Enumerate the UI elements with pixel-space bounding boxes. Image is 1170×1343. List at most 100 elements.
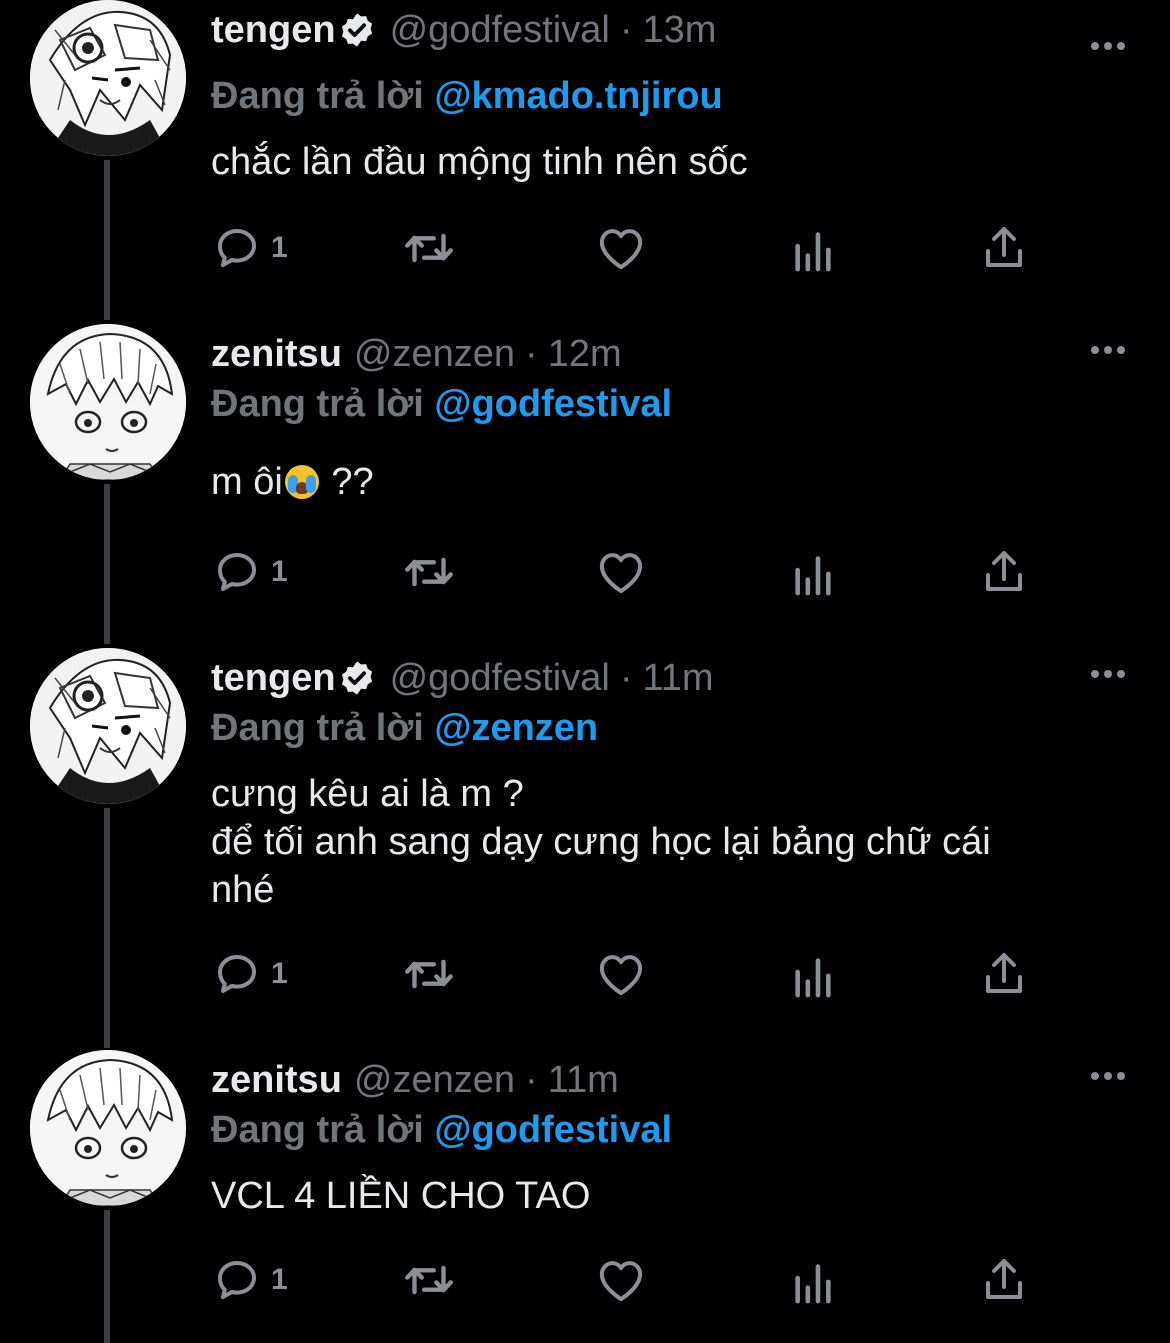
tweet[interactable]: tengen @godfestival · 13m Đang trả lời @… bbox=[0, 0, 1170, 320]
zenitsu-avatar-image bbox=[30, 324, 186, 480]
replying-to-label: Đang trả lời bbox=[211, 383, 424, 425]
reply-count: 1 bbox=[271, 555, 288, 588]
tengen-avatar-image bbox=[30, 0, 186, 156]
comment-bubble-icon bbox=[218, 955, 256, 993]
user-handle[interactable]: @godfestival bbox=[390, 4, 610, 56]
display-name[interactable]: zenitsu bbox=[211, 328, 342, 380]
tweet-text-line: VCL 4 LIỀN CHO TAO bbox=[211, 1175, 591, 1217]
tweet-text-line: nhé bbox=[211, 869, 275, 911]
heart-icon bbox=[599, 1261, 643, 1302]
analytics-button[interactable] bbox=[790, 542, 836, 602]
verified-badge-icon bbox=[338, 659, 376, 697]
share-button[interactable] bbox=[980, 542, 1028, 602]
tweet-text: m ôi ?? bbox=[211, 458, 1141, 506]
tweet[interactable]: zenitsu @zenzen · 11m Đang trả lời @godf… bbox=[0, 1050, 1170, 1343]
timestamp[interactable]: 11m bbox=[548, 1054, 619, 1106]
timestamp[interactable]: 13m bbox=[642, 4, 716, 56]
retweet-button[interactable] bbox=[400, 1250, 458, 1310]
heart-icon bbox=[599, 955, 643, 996]
tweet[interactable]: zenitsu @zenzen · 12m Đang trả lời @godf… bbox=[0, 324, 1170, 644]
share-icon bbox=[986, 227, 1022, 267]
tweet-actions: 1 bbox=[0, 1250, 1170, 1310]
mention-link[interactable]: @zenzen bbox=[434, 707, 598, 749]
share-button[interactable] bbox=[980, 1250, 1028, 1310]
display-name[interactable]: tengen bbox=[211, 4, 336, 56]
tweet-actions: 1 bbox=[0, 218, 1170, 278]
reply-button[interactable]: 1 bbox=[213, 542, 288, 602]
retweet-icon bbox=[405, 959, 453, 989]
separator-dot: · bbox=[619, 657, 633, 699]
analytics-icon bbox=[795, 556, 831, 596]
tengen-avatar-image bbox=[30, 648, 186, 804]
tweet-header: tengen @godfestival · 13m bbox=[211, 4, 716, 56]
avatar[interactable] bbox=[30, 0, 186, 156]
share-icon bbox=[986, 953, 1022, 993]
tweet-actions: 1 bbox=[0, 944, 1170, 1004]
like-button[interactable] bbox=[594, 944, 648, 1004]
tweet-text: VCL 4 LIỀN CHO TAO bbox=[211, 1172, 1141, 1220]
more-icon[interactable] bbox=[1084, 1052, 1132, 1100]
reply-button[interactable]: 1 bbox=[213, 1250, 288, 1310]
user-handle[interactable]: @godfestival bbox=[390, 652, 610, 704]
like-button[interactable] bbox=[594, 218, 648, 278]
reply-count: 1 bbox=[271, 231, 288, 264]
share-button[interactable] bbox=[980, 218, 1028, 278]
timestamp[interactable]: 11m bbox=[642, 652, 713, 704]
separator-dot: · bbox=[619, 9, 633, 51]
analytics-icon bbox=[795, 232, 831, 272]
comment-bubble-icon bbox=[218, 553, 256, 591]
replying-to: Đang trả lời @zenzen bbox=[211, 702, 598, 754]
tweet-header: zenitsu @zenzen · 12m bbox=[211, 328, 622, 380]
avatar[interactable] bbox=[30, 324, 186, 480]
analytics-button[interactable] bbox=[790, 1250, 836, 1310]
tweet-actions: 1 bbox=[0, 542, 1170, 602]
tweet-text-line: để tối anh sang dạy cưng học lại bảng ch… bbox=[211, 821, 991, 863]
tweet[interactable]: tengen @godfestival · 11m Đang trả lời @… bbox=[0, 648, 1170, 1048]
replying-to: Đang trả lời @godfestival bbox=[211, 378, 672, 430]
display-name[interactable]: zenitsu bbox=[211, 1054, 342, 1106]
share-icon bbox=[986, 551, 1022, 591]
avatar[interactable] bbox=[30, 648, 186, 804]
loudly-crying-face-icon bbox=[284, 465, 319, 499]
user-handle[interactable]: @zenzen bbox=[354, 1054, 515, 1106]
retweet-button[interactable] bbox=[400, 542, 458, 602]
analytics-icon bbox=[795, 1264, 831, 1304]
reply-button[interactable]: 1 bbox=[213, 218, 288, 278]
mention-link[interactable]: @kmado.tnjirou bbox=[434, 75, 722, 117]
tweet-text-line: chắc lần đầu mộng tinh nên sốc bbox=[211, 141, 748, 183]
reply-button[interactable]: 1 bbox=[213, 944, 288, 1004]
tweet-header: zenitsu @zenzen · 11m bbox=[211, 1054, 619, 1106]
tweet-text-line: m ôi ?? bbox=[211, 458, 1141, 506]
like-button[interactable] bbox=[594, 1250, 648, 1310]
zenitsu-avatar-image bbox=[30, 1050, 186, 1206]
more-icon[interactable] bbox=[1084, 326, 1132, 374]
comment-bubble-icon bbox=[218, 1261, 256, 1299]
replying-to: Đang trả lời @godfestival bbox=[211, 1104, 672, 1156]
separator-dot: · bbox=[525, 1059, 538, 1101]
reply-count: 1 bbox=[271, 957, 288, 990]
more-icon[interactable] bbox=[1084, 22, 1132, 70]
more-icon[interactable] bbox=[1084, 650, 1132, 698]
replying-to-label: Đang trả lời bbox=[211, 1109, 424, 1151]
mention-link[interactable]: @godfestival bbox=[434, 1109, 672, 1151]
retweet-button[interactable] bbox=[400, 944, 458, 1004]
user-handle[interactable]: @zenzen bbox=[354, 328, 515, 380]
retweet-icon bbox=[405, 557, 453, 587]
separator-dot: · bbox=[525, 333, 538, 375]
share-button[interactable] bbox=[980, 944, 1028, 1004]
timestamp[interactable]: 12m bbox=[548, 328, 622, 380]
mention-link[interactable]: @godfestival bbox=[434, 383, 672, 425]
comment-bubble-icon bbox=[218, 229, 256, 267]
analytics-button[interactable] bbox=[790, 944, 836, 1004]
avatar[interactable] bbox=[30, 1050, 186, 1206]
tweet-text: cưng kêu ai là m ? để tối anh sang dạy c… bbox=[211, 770, 1141, 914]
analytics-button[interactable] bbox=[790, 218, 836, 278]
reply-count: 1 bbox=[271, 1263, 288, 1296]
retweet-button[interactable] bbox=[400, 218, 458, 278]
analytics-icon bbox=[795, 958, 831, 998]
replying-to-label: Đang trả lời bbox=[211, 75, 424, 117]
tweet-text: chắc lần đầu mộng tinh nên sốc bbox=[211, 138, 1141, 186]
display-name[interactable]: tengen bbox=[211, 652, 336, 704]
share-icon bbox=[986, 1259, 1022, 1299]
like-button[interactable] bbox=[594, 542, 648, 602]
